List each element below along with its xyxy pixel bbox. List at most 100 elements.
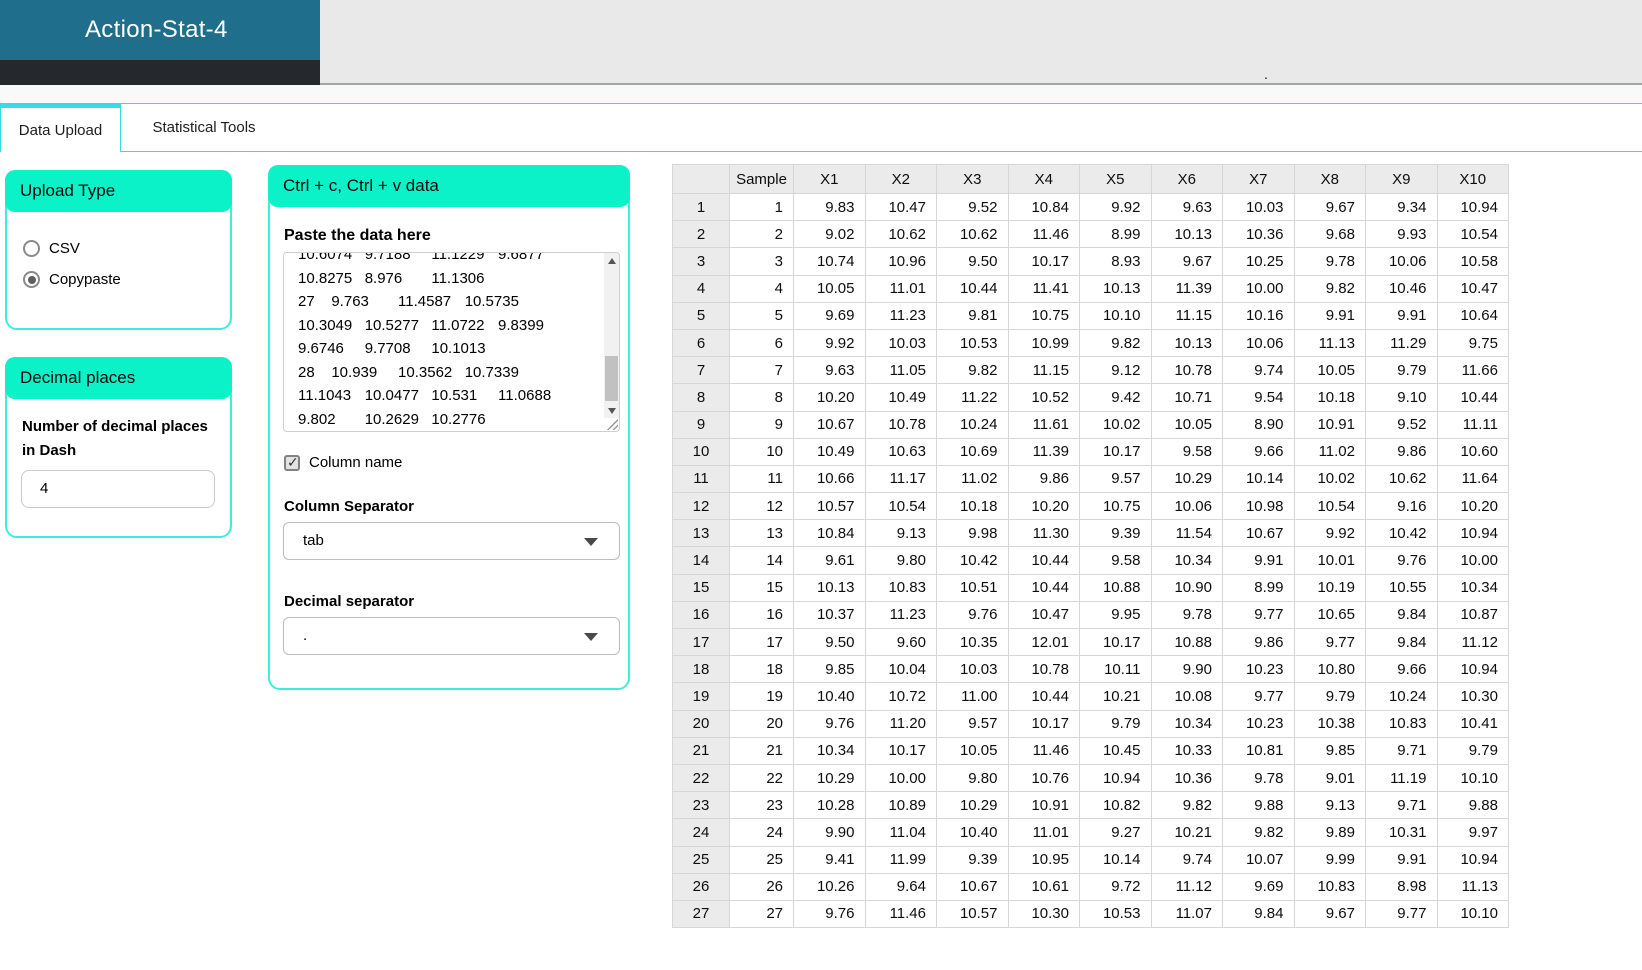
table-cell: 10.53	[1079, 899, 1152, 929]
table-row: 15 15 10.13 10.83 10.51 10.44 10.88 10.90 8.99 10…	[672, 573, 1509, 602]
table-cell: 10.34	[793, 736, 866, 765]
table-cell: 10.66	[793, 464, 866, 494]
table-cell: 15	[729, 573, 794, 602]
paste-textarea[interactable]: 10.6074 9.7188 11.1229 9.6877 10.8275 8.…	[283, 252, 620, 432]
column-header-cell: X9	[1365, 164, 1438, 194]
table-cell: 10.54	[864, 492, 937, 521]
table-cell: 9.12	[1079, 356, 1152, 385]
app-header: Action-Stat-4	[0, 0, 320, 60]
table-cell: 10.64	[1436, 301, 1509, 330]
table-row: 12 12 10.57 10.54 10.18 10.20 10.75 10.06 10.98 1…	[672, 492, 1509, 521]
row-index-cell: 9	[672, 410, 730, 439]
table-cell: 10.08	[1150, 682, 1223, 711]
table-cell: 9.42	[1079, 383, 1152, 412]
table-cell: 16	[729, 600, 794, 630]
data-table: Sample X1 X2 X3 X4 X5 X6 X7 X8 X9 X10 1 1 9.83 10.47 9…	[672, 164, 1509, 929]
table-cell: 9.71	[1365, 791, 1438, 820]
table-cell: 11.54	[1150, 519, 1223, 548]
table-row: 1 1 9.83 10.47 9.52 10.84 9.92 9.63 10.03 9.67 9.3…	[672, 192, 1509, 222]
table-cell: 10.80	[1293, 655, 1366, 684]
table-cell: 10.10	[1436, 763, 1509, 793]
scroll-up-icon[interactable]	[604, 253, 619, 268]
table-cell: 9.10	[1365, 383, 1438, 412]
table-cell: 9.67	[1150, 247, 1223, 276]
column-header-cell: X3	[936, 164, 1009, 194]
table-cell: 10.19	[1293, 573, 1366, 602]
table-cell: 10.84	[1007, 192, 1080, 222]
table-cell: 10.00	[864, 763, 937, 793]
table-cell: 10.60	[1436, 437, 1509, 466]
table-cell: 9.76	[793, 709, 866, 738]
radio-option-csv[interactable]: CSV	[23, 240, 230, 257]
table-cell: 9.68	[1293, 220, 1366, 249]
upload-type-card: Upload Type CSV Copypaste	[5, 170, 232, 330]
table-cell: 10.65	[1293, 600, 1366, 630]
row-index-cell: 12	[672, 492, 730, 521]
resize-grip-icon[interactable]	[605, 417, 618, 430]
table-cell: 10.47	[864, 192, 937, 222]
decimal-places-input[interactable]: 4	[21, 470, 215, 508]
column-separator-select[interactable]: tab	[283, 522, 620, 560]
header-banner: .	[320, 0, 1642, 85]
table-cell: 11.39	[1150, 274, 1223, 303]
scrollbar-thumb[interactable]	[605, 356, 618, 401]
app-root: Action-Stat-4 . Data Upload Statistical …	[0, 0, 1642, 970]
table-cell: 14	[729, 546, 794, 575]
column-separator-value: tab	[303, 532, 324, 549]
table-cell: 9.79	[1293, 682, 1366, 711]
table-cell: 9.61	[793, 546, 866, 575]
table-cell: 9.79	[1436, 736, 1509, 765]
table-cell: 10.52	[1007, 383, 1080, 412]
table-cell: 10.44	[1007, 573, 1080, 602]
table-cell: 10.96	[864, 247, 937, 276]
table-cell: 9.92	[1293, 519, 1366, 548]
column-name-checkbox[interactable]	[284, 454, 300, 471]
table-cell: 9.92	[793, 328, 866, 358]
scroll-down-icon[interactable]	[604, 403, 619, 418]
decimal-separator-select[interactable]: .	[283, 617, 620, 655]
table-cell: 9.27	[1079, 818, 1152, 847]
table-cell: 10.06	[1365, 247, 1438, 276]
table-cell: 11.12	[1150, 872, 1223, 901]
radio-option-copypaste[interactable]: Copypaste	[23, 271, 230, 288]
table-cell: 10.05	[1293, 356, 1366, 385]
table-cell: 10.83	[1365, 709, 1438, 738]
table-cell: 10.13	[1150, 220, 1223, 249]
table-cell: 10.17	[864, 736, 937, 765]
table-cell: 9.80	[864, 546, 937, 575]
table-cell: 9.90	[1150, 655, 1223, 684]
row-index-cell: 25	[672, 845, 730, 874]
table-cell: 10.13	[793, 573, 866, 602]
table-cell: 10.25	[1222, 247, 1295, 276]
table-cell: 9.76	[793, 899, 866, 929]
table-cell: 9.80	[936, 763, 1009, 793]
table-cell: 9.83	[793, 192, 866, 222]
table-cell: 8.98	[1365, 872, 1438, 901]
table-cell: 9.57	[936, 709, 1009, 738]
table-cell: 9.75	[1436, 328, 1509, 358]
radio-button-csv[interactable]	[23, 240, 40, 257]
table-cell: 10.44	[936, 274, 1009, 303]
row-index-cell: 10	[672, 437, 730, 466]
column-header-cell: X6	[1150, 164, 1223, 194]
textarea-scrollbar[interactable]	[604, 253, 619, 418]
table-cell: 11.20	[864, 709, 937, 738]
tab-statistical-tools[interactable]: Statistical Tools	[121, 103, 287, 152]
table-cell: 9.78	[1150, 600, 1223, 630]
row-index-cell: 13	[672, 519, 730, 548]
table-cell: 10.33	[1150, 736, 1223, 765]
tab-data-upload[interactable]: Data Upload	[0, 103, 121, 152]
table-row: 16 16 10.37 11.23 9.76 10.47 9.95 9.78 9.77 10.65…	[672, 600, 1509, 630]
table-row: 25 25 9.41 11.99 9.39 10.95 10.14 9.74 10.07 9.99…	[672, 845, 1509, 874]
table-cell: 11.01	[1007, 818, 1080, 847]
table-cell: 10.90	[1150, 573, 1223, 602]
table-cell: 10.24	[936, 410, 1009, 439]
table-cell: 11.15	[1150, 301, 1223, 330]
radio-button-copypaste[interactable]	[23, 271, 40, 288]
table-cell: 11.66	[1436, 356, 1509, 385]
table-cell: 11.02	[1293, 437, 1366, 466]
table-cell: 9.13	[864, 519, 937, 548]
column-name-option[interactable]: Column name	[284, 454, 402, 471]
table-cell: 10.46	[1365, 274, 1438, 303]
table-cell: 10.05	[793, 274, 866, 303]
